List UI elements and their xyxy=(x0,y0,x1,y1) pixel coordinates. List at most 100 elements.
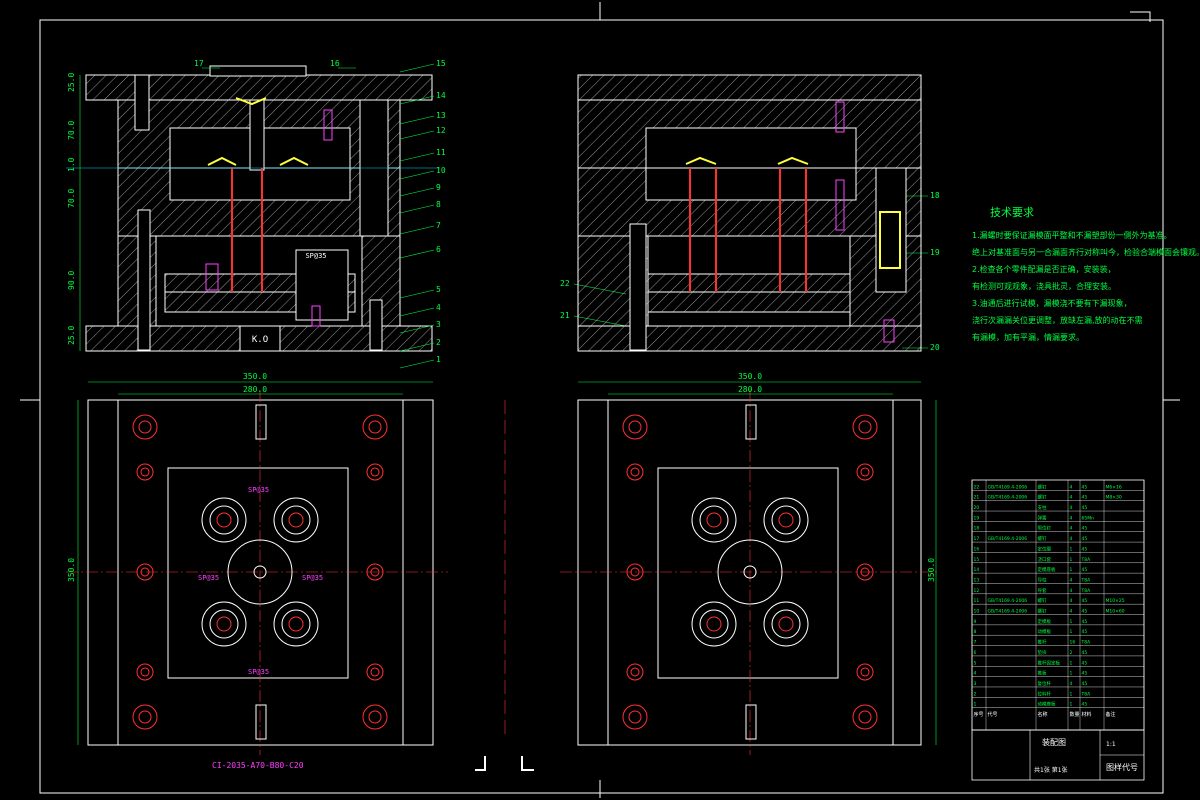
table-cell: 动模座板 xyxy=(1038,701,1056,708)
right-plan-view xyxy=(560,390,940,755)
table-cell: 浇口套 xyxy=(1038,556,1052,563)
table-cell: 45 xyxy=(1082,660,1088,666)
callout-3: 3 xyxy=(436,320,441,329)
callout-19: 19 xyxy=(930,248,940,257)
table-cell: GB/T4169.4-2006 xyxy=(988,484,1028,490)
table-cell: 7 xyxy=(974,640,977,646)
table-cell: 4 xyxy=(1070,577,1073,583)
table-cell: 65Mn xyxy=(1082,515,1095,521)
table-cell: 4 xyxy=(1070,536,1073,542)
table-cell: 螺钉 xyxy=(1038,494,1047,501)
table-cell: 17 xyxy=(974,536,980,542)
table-cell: 22 xyxy=(974,484,980,490)
plan-label-1: SP@35 xyxy=(198,574,219,582)
table-cell: GB/T4169.4-2006 xyxy=(988,495,1028,501)
table-cell: 8 xyxy=(974,629,977,635)
table-cell: 螺钉 xyxy=(1038,535,1047,542)
table-cell: 推杆固定板 xyxy=(1038,659,1061,666)
dim-1: 1.0 xyxy=(67,157,76,172)
table-cell: 45 xyxy=(1082,598,1088,604)
callout-5: 5 xyxy=(436,285,441,294)
table-cell: 限位钉 xyxy=(1038,525,1052,532)
table-cell: 4 xyxy=(1070,495,1073,501)
table-cell: 11 xyxy=(974,598,980,604)
callout-9: 9 xyxy=(436,183,441,192)
table-cell: 4 xyxy=(1070,526,1073,532)
table-cell: M8×30 xyxy=(1106,495,1122,501)
table-cell: 4 xyxy=(1070,588,1073,594)
table-cell: 推板 xyxy=(1038,670,1047,677)
table-cell: 1 xyxy=(1070,671,1073,677)
parts-table: 22 GB/T4169.4-2006 螺钉 4 45 M6×1621 GB/T4169.4-… xyxy=(971,479,1145,781)
callout-11: 11 xyxy=(436,148,446,157)
table-cell: 螺钉 xyxy=(1038,483,1047,490)
table-cell: GB/T4169.4-2006 xyxy=(988,609,1028,615)
scale-value: 1:1 xyxy=(1106,741,1116,748)
table-cell: 5 xyxy=(974,660,977,666)
table-cell: 4 xyxy=(1070,505,1073,511)
table-cell: M6×16 xyxy=(1106,484,1122,490)
callout-10: 10 xyxy=(436,166,446,175)
tech-title: 技术要求 xyxy=(990,206,1034,219)
tech-line: 有检测可观观象，浇具批灵，合理安装。 xyxy=(972,281,1116,291)
table-cell: 1 xyxy=(1070,557,1073,563)
sp-label: SP@35 xyxy=(305,252,326,260)
dim-25-top: 25.0 xyxy=(67,73,76,92)
table-cell: 15 xyxy=(974,557,980,563)
table-cell: 1 xyxy=(974,702,977,708)
tech-requirements: 技术要求 1.漏螺时要保证漏模面平整和不漏塑部份一侧外为基准。绝上对基准面与另一… xyxy=(972,206,1200,342)
tech-line: 2.检查各个零件配漏是否正确，安装装， xyxy=(972,264,1116,274)
left-dimensions: 25.0 70.0 1.0 70.0 90.0 25.0 xyxy=(67,73,81,351)
table-header: 名称 xyxy=(1038,711,1048,718)
table-cell: 4 xyxy=(1070,609,1073,615)
table-cell: 导柱 xyxy=(1038,576,1047,583)
table-cell: 定位圈 xyxy=(1038,545,1052,552)
table-cell: T8A xyxy=(1081,557,1092,563)
dim-height-right: 350.0 xyxy=(927,558,936,582)
table-cell: T8A xyxy=(1081,577,1092,583)
table-cell: 动模板 xyxy=(1038,628,1052,635)
table-cell: 45 xyxy=(1082,526,1088,532)
callout-13: 13 xyxy=(436,111,446,120)
table-header: 代号 xyxy=(988,711,998,718)
callout-22: 22 xyxy=(560,279,570,288)
table-cell: 4 xyxy=(1070,515,1073,521)
table-cell: 45 xyxy=(1082,505,1088,511)
table-cell: 1 xyxy=(1070,660,1073,666)
table-cell: 1 xyxy=(1070,619,1073,625)
callout-7: 7 xyxy=(436,221,441,230)
table-cell: 拉料杆 xyxy=(1038,690,1052,697)
dim-width-outer-left: 350.0 xyxy=(243,372,267,381)
table-cell: 4 xyxy=(974,671,977,677)
callout-16: 16 xyxy=(330,59,340,68)
plan-label-2: SP@35 xyxy=(302,574,323,582)
table-cell: 弹簧 xyxy=(1038,514,1047,521)
table-cell: 45 xyxy=(1082,681,1088,687)
callout-20: 20 xyxy=(930,343,940,352)
table-cell: M10×25 xyxy=(1106,598,1125,604)
part-code: CI-2035-A70-B80-C20 xyxy=(212,761,304,770)
table-cell: 45 xyxy=(1082,546,1088,552)
dim-90: 90.0 xyxy=(67,271,76,290)
callout-18: 18 xyxy=(930,191,940,200)
table-cell: 复位杆 xyxy=(1038,680,1052,687)
table-cell: 螺钉 xyxy=(1038,608,1047,615)
right-section-view xyxy=(577,74,922,352)
table-cell: T8A xyxy=(1081,588,1092,594)
table-cell: 推杆 xyxy=(1038,639,1047,646)
table-cell: 2 xyxy=(974,691,977,697)
sheet-info: 共1张 第1张 xyxy=(1034,766,1068,774)
section-markers xyxy=(475,400,534,771)
table-cell: GB/T4169.4-2006 xyxy=(988,536,1028,542)
table-cell: 定模板 xyxy=(1038,618,1052,625)
tech-line: 有漏模，加有平漏，情漏要求。 xyxy=(972,332,1084,342)
table-cell: 4 xyxy=(1070,598,1073,604)
table-header: 序号 xyxy=(974,711,984,718)
callout-15: 15 xyxy=(436,59,446,68)
table-cell: 45 xyxy=(1082,567,1088,573)
plan-label-3: SP@35 xyxy=(248,486,269,494)
table-cell: T8A xyxy=(1081,691,1092,697)
table-cell: 12 xyxy=(974,588,980,594)
callout-14: 14 xyxy=(436,91,446,100)
left-plan-dimensions: 350.0 280.0 350.0 xyxy=(67,372,433,745)
